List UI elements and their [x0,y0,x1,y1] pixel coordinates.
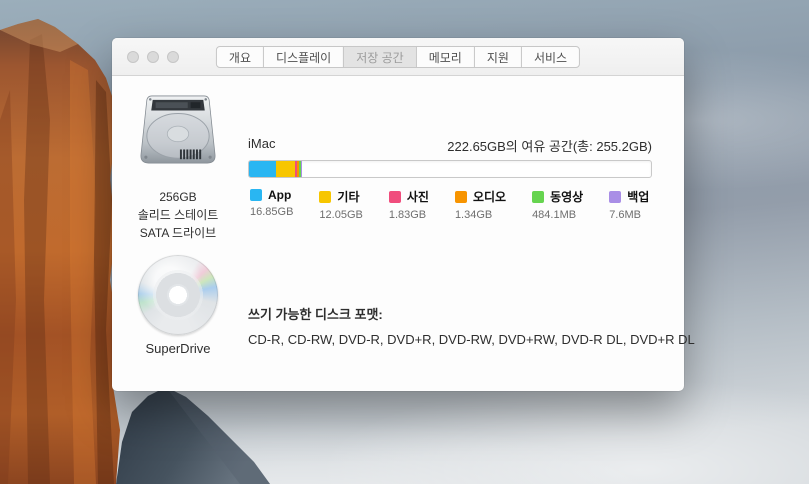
tab-저장 공간[interactable]: 저장 공간 [343,47,416,67]
storage-bar [248,160,652,178]
legend-value: 484.1MB [532,209,583,221]
tab-개요[interactable]: 개요 [217,47,263,67]
internal-hard-drive-icon [139,94,217,171]
legend-swatch [532,191,544,203]
cd-disc-icon [138,255,218,335]
legend-label: 사진 [407,188,429,205]
free-space-text: 222.65GB의 여유 공간(총: 255.2GB) [447,136,652,155]
legend-item-App: App 16.85GB [250,188,293,221]
superdrive-label: SuperDrive [126,341,230,356]
drive-caption: 256GB솔리드 스테이트SATA 드라이브 [126,188,230,242]
legend-label: 기타 [337,188,359,205]
tab-서비스[interactable]: 서비스 [521,47,579,67]
legend-item-사진: 사진 1.83GB [389,188,429,221]
legend-item-기타: 기타 12.05GB [319,188,362,221]
tab-지원[interactable]: 지원 [474,47,521,67]
legend-item-백업: 백업 7.6MB [609,188,649,221]
titlebar[interactable]: 개요디스플레이저장 공간메모리지원서비스 [112,38,684,76]
tab-bar: 개요디스플레이저장 공간메모리지원서비스 [216,46,580,68]
legend-swatch [609,191,621,203]
writable-formats-list: CD-R, CD-RW, DVD-R, DVD+R, DVD-RW, DVD+R… [248,332,695,347]
bar-segment-기타 [276,161,295,177]
drive-caption-line: 솔리드 스테이트 [126,206,230,224]
legend-swatch [319,191,331,203]
device-name: iMac [248,136,275,155]
tab-메모리[interactable]: 메모리 [416,47,474,67]
tab-디스플레이[interactable]: 디스플레이 [263,47,343,67]
bar-segment-App [249,161,276,177]
legend-value: 12.05GB [319,209,362,221]
legend-label: 동영상 [550,188,583,205]
storage-pane: 256GB솔리드 스테이트SATA 드라이브 SuperDrive iMac 2… [112,76,684,390]
legend-item-오디오: 오디오 1.34GB [455,188,506,221]
legend-label: App [268,188,291,202]
legend-value: 7.6MB [609,209,649,221]
legend-item-동영상: 동영상 484.1MB [532,188,583,221]
legend-value: 16.85GB [250,206,293,218]
minimize-button[interactable] [147,51,159,63]
legend-value: 1.83GB [389,209,429,221]
close-button[interactable] [127,51,139,63]
legend-label: 백업 [627,188,649,205]
legend-label: 오디오 [473,188,506,205]
zoom-button[interactable] [167,51,179,63]
drive-caption-line: 256GB [126,188,230,206]
legend-swatch [389,191,401,203]
legend-value: 1.34GB [455,209,506,221]
bar-segment-백업 [301,161,302,177]
storage-legend: App 16.85GB 기타 12.05GB 사진 1.83GB 오디오 1.34GB 동영상 4… [250,188,649,221]
traffic-lights [127,51,179,63]
legend-swatch [455,191,467,203]
legend-swatch [250,189,262,201]
writable-formats-title: 쓰기 가능한 디스크 포맷: [248,304,383,323]
about-this-mac-window: 개요디스플레이저장 공간메모리지원서비스 [112,38,684,391]
drive-caption-line: SATA 드라이브 [126,224,230,242]
